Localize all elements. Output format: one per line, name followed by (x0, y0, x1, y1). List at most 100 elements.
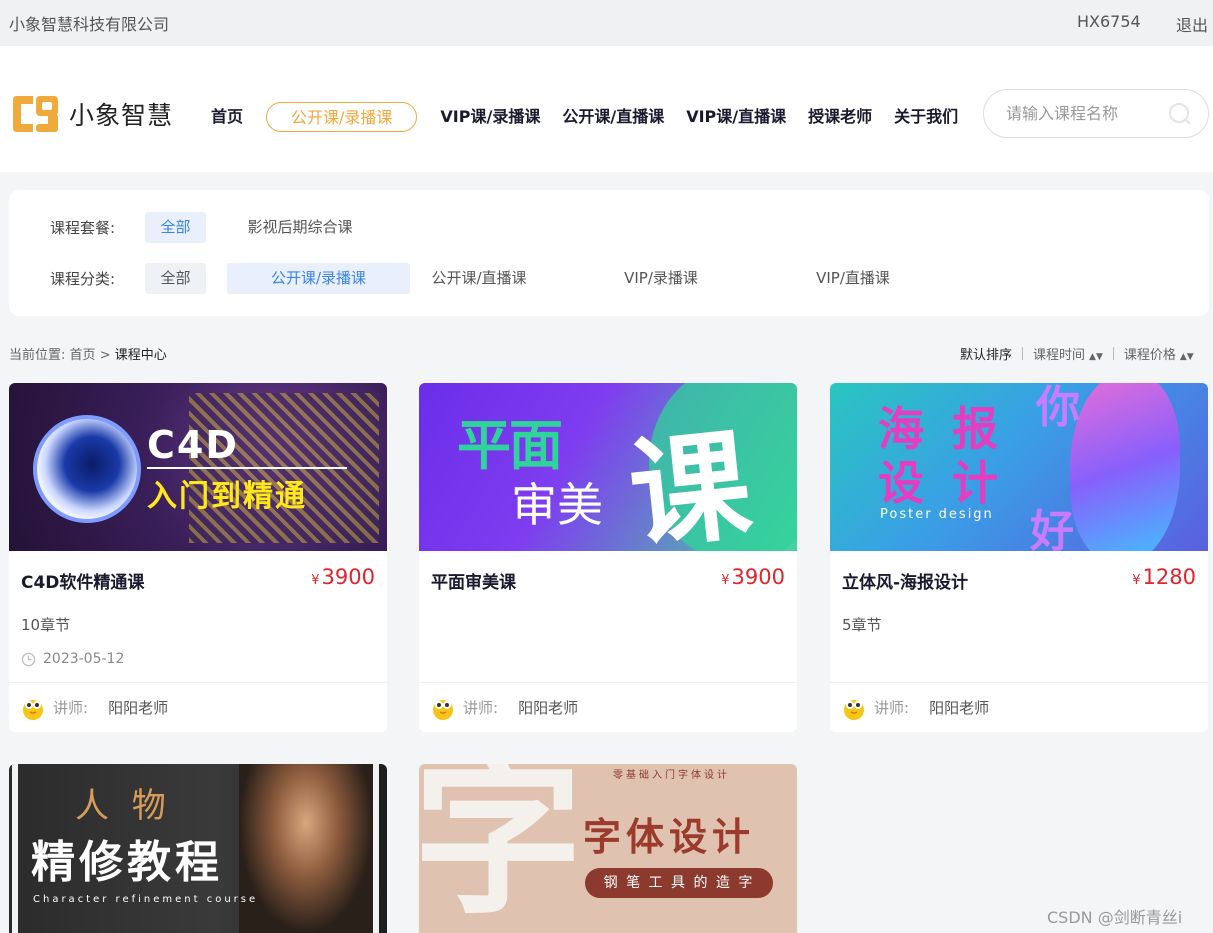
course-card[interactable]: 平面 审美 课 平面审美课 ¥3900 讲师: 阳阳老师 (419, 383, 797, 732)
currency-symbol: ¥ (311, 573, 320, 588)
filter-panel: 课程套餐: 全部 影视后期综合课 课程分类: 全部 公开课/录播课 公开课/直播… (9, 190, 1209, 316)
site-header: 小象智慧 首页 公开课/录播课 VIP课/录播课 公开课/直播课 VIP课/直播… (0, 46, 1213, 172)
nav-teachers[interactable]: 授课老师 (797, 102, 883, 132)
course-card[interactable]: C4D 入门到精通 C4D软件精通课 ¥3900 10章节 2023-05-12… (9, 383, 387, 732)
cover-divider (147, 467, 347, 469)
sort-by-time-label: 课程时间 (1033, 348, 1086, 363)
site-logo[interactable]: 小象智慧 (9, 94, 173, 134)
breadcrumb-current: 课程中心 (114, 348, 167, 363)
cover-side-text: 你 (1036, 383, 1080, 433)
course-cover-image[interactable]: 海 报 设 计 Poster design 你 好 (830, 383, 1208, 551)
course-date: 2023-05-12 (21, 651, 124, 667)
course-cover-image[interactable]: 零基础入门字体设计 字 字体设计 钢 笔 工 具 的 造 字 (419, 764, 797, 933)
watermark: CSDN @剑断青丝i (1047, 908, 1183, 927)
category-filter-label: 课程分类: (50, 270, 116, 288)
company-name: 小象智慧科技有限公司 (9, 15, 170, 34)
top-bar: 小象智慧科技有限公司 HX6754 退出 (0, 0, 1213, 46)
course-teacher: 讲师: 阳阳老师 (419, 682, 797, 732)
logo-c9-icon (13, 96, 58, 132)
course-price: ¥3900 (311, 565, 375, 589)
cover-frame-left (12, 764, 18, 933)
nav-about[interactable]: 关于我们 (883, 102, 969, 132)
breadcrumb-sep: > (99, 348, 111, 363)
course-price: ¥1280 (1132, 565, 1196, 589)
cover-text-sub: 精修教程 (31, 837, 223, 888)
main-nav: 首页 公开课/录播课 VIP课/录播课 公开课/直播课 VIP课/直播课 授课老… (200, 99, 969, 135)
cover-frame-right (373, 764, 379, 933)
course-title[interactable]: C4D软件精通课 (21, 568, 144, 593)
cover-side-text-2: 好 (1030, 506, 1074, 551)
sort-arrows-icon: ▲▼ (1089, 352, 1103, 362)
course-card[interactable]: 零基础入门字体设计 字 字体设计 钢 笔 工 具 的 造 字 (419, 764, 797, 933)
sort-by-time[interactable]: 课程时间 ▲▼ (1033, 344, 1103, 363)
course-title[interactable]: 平面审美课 (431, 568, 516, 593)
cover-text-sub: 审美 (511, 478, 603, 532)
price-value: 3900 (731, 565, 785, 589)
nav-open-live[interactable]: 公开课/直播课 (551, 102, 675, 132)
course-cover-image[interactable]: 平面 审美 课 (419, 383, 797, 551)
cover-pill-text: 钢 笔 工 具 的 造 字 (585, 868, 773, 898)
clock-icon (21, 652, 36, 666)
course-cover-image[interactable]: C4D 入门到精通 (9, 383, 387, 551)
breadcrumb: 当前位置: 首页 > 课程中心 (9, 344, 167, 363)
sort-divider (1022, 347, 1024, 360)
cover-text-main: C4D (147, 423, 239, 467)
sort-bar: 默认排序 课程时间 ▲▼ 课程价格 ▲▼ (960, 344, 1194, 363)
sort-by-price-label: 课程价格 (1123, 348, 1176, 363)
cover-shape (1070, 383, 1180, 551)
logo-text: 小象智慧 (69, 101, 174, 130)
cover-caption: Character refinement course (33, 894, 259, 905)
category-option-open-live[interactable]: 公开课/直播课 (419, 263, 539, 294)
course-teacher: 讲师: 阳阳老师 (9, 682, 387, 732)
search-icon[interactable] (1168, 102, 1192, 126)
cover-text-main: 人 物 (75, 786, 172, 826)
c4d-logo-icon (33, 415, 141, 523)
category-option-open-recorded[interactable]: 公开课/录播课 (227, 263, 410, 294)
cover-text-sub: 设 计 (878, 456, 1005, 510)
nav-vip-live[interactable]: VIP课/直播课 (675, 102, 797, 132)
sort-default[interactable]: 默认排序 (960, 344, 1012, 363)
nav-open-recorded[interactable]: 公开课/录播课 (266, 102, 418, 132)
sort-divider (1112, 347, 1114, 360)
course-title[interactable]: 立体风-海报设计 (842, 568, 968, 593)
currency-symbol: ¥ (721, 573, 730, 588)
teacher-avatar-icon (844, 699, 864, 720)
course-card[interactable]: 海 报 设 计 Poster design 你 好 立体风-海报设计 ¥1280… (830, 383, 1208, 732)
course-cover-image[interactable]: 人 物 精修教程 Character refinement course (9, 764, 387, 933)
course-date-value: 2023-05-12 (43, 651, 125, 667)
sort-by-price[interactable]: 课程价格 ▲▼ (1124, 344, 1194, 363)
package-option-film[interactable]: 影视后期综合课 (225, 212, 375, 243)
breadcrumb-prefix: 当前位置: (9, 348, 66, 363)
cover-text-big: 课 (623, 414, 758, 551)
teacher-avatar-icon (23, 699, 43, 720)
course-card[interactable]: 人 物 精修教程 Character refinement course (9, 764, 387, 933)
teacher-label: 讲师: (874, 699, 910, 717)
currency-symbol: ¥ (1132, 573, 1141, 588)
teacher-label: 讲师: (53, 699, 89, 717)
sort-arrows-icon: ▲▼ (1179, 352, 1194, 362)
category-option-all[interactable]: 全部 (145, 263, 206, 294)
course-chapters: 10章节 (21, 616, 71, 634)
teacher-label: 讲师: (463, 699, 499, 717)
category-option-vip-live[interactable]: VIP/直播课 (793, 263, 913, 294)
breadcrumb-home[interactable]: 首页 (70, 348, 96, 363)
price-value: 1280 (1142, 565, 1196, 589)
course-chapters: 5章节 (842, 616, 882, 634)
nav-vip-recorded[interactable]: VIP课/录播课 (429, 102, 551, 132)
cover-text-big: 字 (419, 764, 584, 933)
nav-home[interactable]: 首页 (200, 102, 254, 132)
user-id-link[interactable]: HX6754 (1077, 12, 1141, 31)
package-option-all[interactable]: 全部 (145, 212, 206, 243)
logout-link[interactable]: 退出 (1176, 12, 1208, 36)
price-value: 3900 (321, 565, 375, 589)
teacher-name: 阳阳老师 (518, 699, 579, 717)
category-option-vip-recorded[interactable]: VIP/录播课 (601, 263, 721, 294)
search-input[interactable] (1006, 104, 1166, 123)
teacher-name: 阳阳老师 (929, 699, 990, 717)
portrait-illustration (239, 764, 373, 933)
cover-caption: Poster design (880, 507, 994, 522)
cover-text-main: 字体设计 (583, 814, 756, 859)
teacher-avatar-icon (433, 699, 453, 720)
package-filter-label: 课程套餐: (50, 219, 116, 237)
cover-top-text: 零基础入门字体设计 (613, 770, 730, 781)
